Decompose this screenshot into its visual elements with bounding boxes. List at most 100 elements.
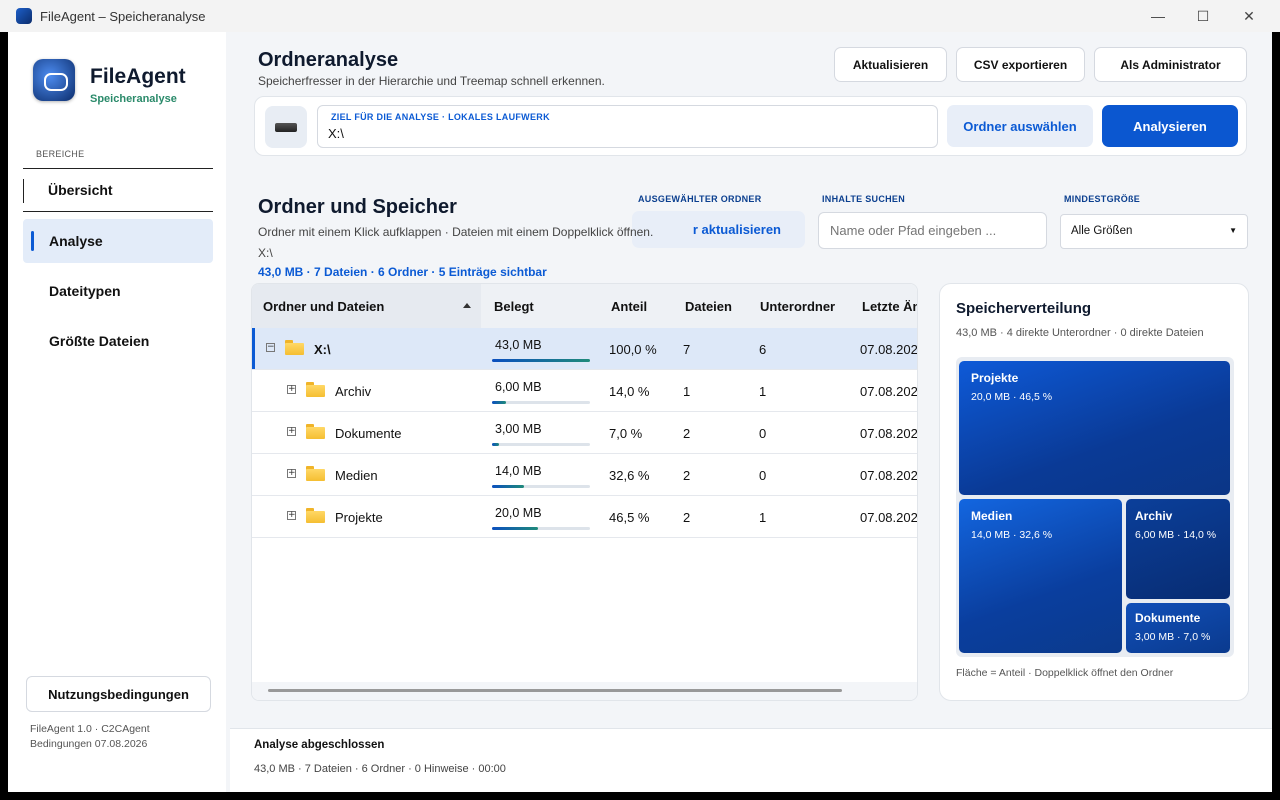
row-size: 43,0 MB — [495, 338, 542, 352]
row-modified: 07.08.2026 — [860, 468, 918, 483]
min-size-value: Alle Größen — [1071, 225, 1133, 237]
table-row[interactable]: + Projekte 20,0 MB 46,5 % 2 1 07.08.2026 — [252, 496, 917, 538]
maximize-icon[interactable]: ☐ — [1180, 0, 1226, 32]
terms-button[interactable]: Nutzungsbedingungen — [26, 676, 211, 712]
current-path: X:\ — [258, 246, 273, 260]
row-files: 2 — [683, 468, 691, 483]
scan-summary: 43,0 MB · 7 Dateien · 6 Ordner · 5 Eintr… — [258, 265, 547, 279]
folder-icon — [285, 340, 304, 355]
selected-folder-button-label: r aktualisieren — [692, 222, 781, 237]
target-path-value: X:\ — [328, 126, 344, 141]
min-size-select[interactable]: Alle Größen ▼ — [1060, 214, 1248, 249]
expand-icon[interactable]: + — [287, 385, 296, 394]
treemap-tile-projekte[interactable]: Projekte 20,0 MB · 46,5 % — [959, 361, 1230, 495]
treemap-tile-archiv[interactable]: Archiv 6,00 MB · 14,0 % — [1126, 499, 1230, 599]
analyze-button[interactable]: Analysieren — [1102, 105, 1238, 147]
version-info: FileAgent 1.0 · C2CAgent — [30, 723, 150, 735]
treemap-tile-dokumente[interactable]: Dokumente 3,00 MB · 7,0 % — [1126, 603, 1230, 653]
row-size: 6,00 MB — [495, 380, 542, 394]
table-row[interactable]: + Dokumente 3,00 MB 7,0 % 2 0 07.08.2026 — [252, 412, 918, 454]
size-bar-fill — [492, 443, 499, 446]
treemap-tile-medien[interactable]: Medien 14,0 MB · 32,6 % — [959, 499, 1122, 653]
status-detail: 43,0 MB · 7 Dateien · 6 Ordner · 0 Hinwe… — [254, 763, 506, 775]
table-header: Ordner und Dateien Belegt Anteil Dateien… — [252, 284, 917, 328]
section-subtitle: Ordner mit einem Klick aufklappen · Date… — [258, 225, 654, 239]
title-bar: FileAgent – Speicheranalyse — ☐ ✕ — [0, 0, 1280, 32]
refresh-button[interactable]: Aktualisieren — [834, 47, 947, 82]
brand-name: FileAgent — [90, 65, 186, 88]
minimize-icon[interactable]: — — [1135, 0, 1181, 32]
treemap-tile-name: Dokumente — [1135, 611, 1201, 625]
expand-icon[interactable]: + — [287, 427, 296, 436]
distribution-footer: Fläche = Anteil · Doppelklick öffnet den… — [956, 667, 1174, 679]
size-bar — [492, 527, 590, 530]
size-bar — [492, 443, 590, 446]
size-bar-fill — [492, 527, 538, 530]
row-name: X:\ — [314, 342, 331, 357]
row-files: 7 — [683, 342, 691, 357]
column-header-modified[interactable]: Letzte Änderung — [862, 299, 917, 314]
close-icon[interactable]: ✕ — [1226, 0, 1272, 32]
size-bar — [492, 485, 590, 488]
sidebar-item-analysis[interactable]: Analyse — [23, 219, 213, 263]
sidebar-item-label: Dateitypen — [49, 283, 121, 299]
expand-icon[interactable]: + — [287, 511, 296, 520]
sidebar-item-file-types[interactable]: Dateitypen — [23, 269, 213, 313]
treemap-tile-name: Medien — [971, 509, 1013, 523]
sidebar-item-label: Analyse — [49, 233, 103, 249]
folder-table: Ordner und Dateien Belegt Anteil Dateien… — [251, 283, 918, 701]
expand-icon[interactable]: + — [287, 469, 296, 478]
run-as-admin-button[interactable]: Als Administrator — [1094, 47, 1247, 82]
min-size-label: MINDESTGRÖßE — [1064, 194, 1141, 204]
table-row[interactable]: + Medien 14,0 MB 32,6 % 2 0 07.08.2026 — [252, 454, 918, 496]
folder-icon — [306, 382, 325, 397]
row-share: 7,0 % — [609, 426, 643, 441]
app-window: FileAgent – Speicheranalyse — ☐ ✕ FileAg… — [0, 0, 1280, 800]
selected-folder-refresh-button[interactable]: r aktualisieren — [632, 211, 805, 248]
target-path-field[interactable]: ZIEL FÜR DIE ANALYSE · LOKALES LAUFWERK … — [317, 105, 938, 148]
distribution-title: Speicherverteilung — [956, 300, 1092, 317]
scrollbar-thumb[interactable] — [268, 689, 842, 692]
sidebar-item-overview[interactable]: Übersicht — [23, 168, 213, 212]
row-name: Archiv — [335, 384, 372, 399]
row-files: 2 — [683, 426, 691, 441]
app-logo-icon — [33, 59, 75, 101]
row-files: 2 — [683, 510, 691, 525]
sidebar-item-largest-files[interactable]: Größte Dateien — [23, 319, 213, 363]
collapse-icon[interactable]: − — [266, 343, 275, 352]
page-subtitle: Speicherfresser in der Hierarchie und Tr… — [258, 74, 605, 88]
window-frame-left — [0, 32, 8, 800]
column-header-files[interactable]: Dateien — [685, 299, 732, 314]
row-size: 20,0 MB — [495, 506, 542, 520]
window-frame-right — [1272, 32, 1280, 800]
search-input[interactable] — [818, 212, 1047, 249]
row-modified: 07.08.2026 — [860, 384, 918, 399]
row-share: 32,6 % — [609, 468, 650, 483]
column-header-subfolders[interactable]: Unterordner — [760, 299, 835, 314]
drive-icon — [265, 106, 307, 148]
row-modified: 07.08.2026 — [860, 426, 918, 441]
size-bar — [492, 359, 590, 362]
status-bar: Analyse abgeschlossen 43,0 MB · 7 Dateie… — [230, 728, 1272, 792]
row-subfolders: 0 — [759, 468, 767, 483]
brand-subtitle: Speicheranalyse — [90, 93, 177, 105]
target-field-label: ZIEL FÜR DIE ANALYSE · LOKALES LAUFWERK — [331, 112, 550, 122]
column-header-share[interactable]: Anteil — [611, 299, 647, 314]
row-subfolders: 6 — [759, 342, 767, 357]
size-bar-fill — [492, 401, 506, 404]
choose-folder-button[interactable]: Ordner auswählen — [947, 105, 1093, 147]
column-header-name[interactable]: Ordner und Dateien — [263, 299, 384, 314]
selected-folder-label: AUSGEWÄHLTER ORDNER — [638, 194, 762, 204]
horizontal-scrollbar[interactable] — [252, 682, 917, 700]
size-bar-fill — [492, 485, 524, 488]
export-csv-button[interactable]: CSV exportieren — [956, 47, 1085, 82]
column-header-size[interactable]: Belegt — [494, 299, 534, 314]
storage-distribution-panel: Speicherverteilung 43,0 MB · 4 direkte U… — [939, 283, 1249, 701]
sidebar-item-label: Übersicht — [48, 182, 113, 198]
treemap: Projekte 20,0 MB · 46,5 % Medien 14,0 MB… — [956, 357, 1234, 657]
treemap-tile-name: Projekte — [971, 371, 1019, 385]
table-row[interactable]: − X:\ 43,0 MB 100,0 % 7 6 07.08.2026 — [252, 328, 917, 370]
table-row[interactable]: + Archiv 6,00 MB 14,0 % 1 1 07.08.2026 — [252, 370, 918, 412]
row-size: 14,0 MB — [495, 464, 542, 478]
size-bar-fill — [492, 359, 590, 362]
